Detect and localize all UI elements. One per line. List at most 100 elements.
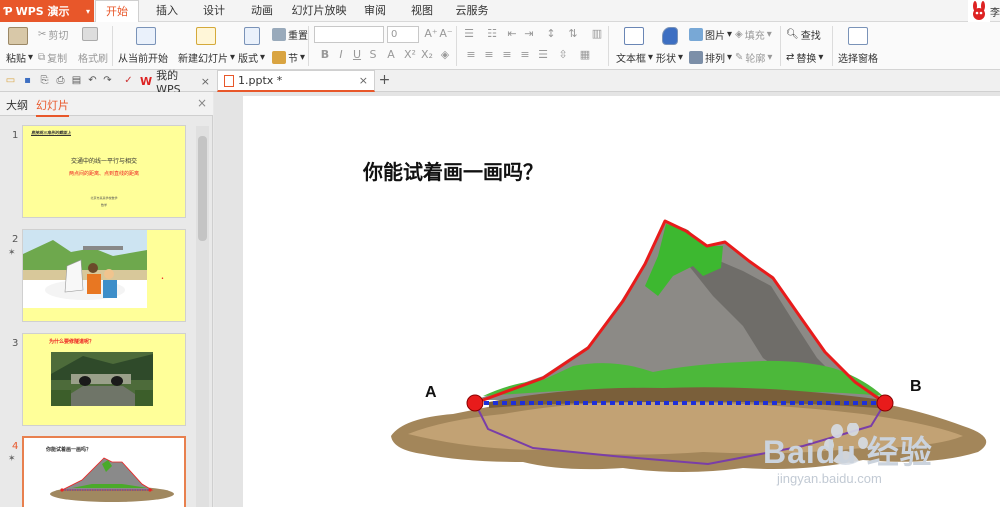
chevron-down-icon: ▾ [28, 52, 34, 63]
selection-pane-button[interactable]: 选择窗格 [838, 50, 878, 65]
chevron-down-icon: ▾ [85, 6, 90, 16]
align-right-icon[interactable]: ≡ [500, 48, 514, 61]
app-menu-button[interactable]: Ƥ WPS 演示 ▾ [0, 0, 94, 22]
paste-button[interactable]: 粘贴 ▾ [6, 50, 33, 65]
smartart-icon[interactable]: ▦ [578, 48, 592, 61]
increase-indent-icon[interactable]: ⇥ [522, 27, 536, 40]
line-spacing-icon[interactable]: ↕ [544, 27, 558, 40]
chevron-down-icon: ▾ [727, 52, 733, 63]
fill-button[interactable]: ◈ 填充 ▾ [735, 27, 772, 42]
text-box-button[interactable]: 文本框 ▾ [616, 50, 653, 65]
slide-thumbnail-4[interactable]: 你能试着画一画吗？ [22, 436, 186, 507]
slide-thumbnail-3[interactable]: 为什么要修隧道呢？ [22, 333, 186, 426]
new-slide-icon[interactable] [196, 27, 216, 45]
tab-animation[interactable]: 动画 [245, 0, 279, 22]
shape-button[interactable]: 形状 ▾ [656, 50, 683, 65]
layout-icon[interactable] [244, 27, 260, 45]
find-button[interactable]: 🔍︎ 查找 [786, 27, 821, 42]
tab-my-wps[interactable]: W 我的WPS × [134, 69, 216, 96]
print-icon[interactable]: ⎙ [54, 74, 67, 87]
tab-outline[interactable]: 大纲 [6, 97, 28, 113]
outline-button[interactable]: ✎ 轮廓 ▾ [735, 50, 772, 65]
distribute-icon[interactable]: ☰ [536, 48, 550, 61]
preview-icon[interactable]: ▤ [70, 74, 83, 87]
superscript-icon[interactable]: X² [403, 48, 417, 61]
align-left-icon[interactable]: ≡ [464, 48, 478, 61]
from-current-button[interactable]: 从当前开始 [118, 50, 168, 65]
paste-icon[interactable] [8, 27, 28, 45]
align-center-icon[interactable]: ≡ [482, 48, 496, 61]
decrease-indent-icon[interactable]: ⇤ [505, 27, 519, 40]
font-color-icon[interactable]: A [384, 48, 398, 61]
section-button[interactable]: 节 ▾ [272, 50, 305, 65]
slide-picture [50, 457, 174, 502]
close-icon[interactable]: × [197, 96, 207, 110]
slide-footer: 数学 [100, 203, 107, 207]
export-pdf-icon[interactable]: ⎘ [38, 74, 51, 87]
save-icon[interactable]: ▪ [21, 74, 34, 87]
clear-format-icon[interactable]: ◈ [438, 48, 452, 61]
slide-thumbnail-2[interactable]: • [22, 229, 186, 322]
cut-button[interactable]: ✂ 剪切 [38, 27, 68, 42]
arrange-button[interactable]: 排列 ▾ [689, 50, 732, 65]
bullet-list-icon[interactable]: ☰ [462, 27, 476, 40]
tab-home[interactable]: 开始 [95, 0, 139, 23]
brush-icon [82, 27, 98, 41]
italic-icon[interactable]: I [334, 48, 348, 61]
section-icon [272, 51, 286, 64]
new-tab-icon[interactable]: + [378, 73, 391, 87]
copy-button[interactable]: ⧉ 复制 [38, 50, 67, 65]
columns-icon[interactable]: ▥ [590, 27, 604, 40]
picture-icon [689, 28, 703, 41]
watermark-brand: Baidu 经验 [763, 434, 933, 470]
separator [832, 26, 833, 66]
tab-slideshow[interactable]: 幻灯片放映 [290, 0, 348, 22]
subscript-icon[interactable]: X₂ [420, 48, 434, 61]
align-text-icon[interactable]: ⇳ [556, 48, 570, 61]
redo-icon[interactable]: ↷ [101, 74, 114, 87]
slide-thumbnail-1[interactable]: 直接观三角形的截面上 交通中的线一平行与相交 两点间的距离、点到直线的距离 北京… [22, 125, 186, 218]
slide-title: 交通中的线一平行与相交 [70, 158, 137, 165]
scroll-thumb[interactable] [198, 136, 207, 241]
chevron-down-icon: ▾ [727, 29, 733, 40]
tab-document[interactable]: 1.pptx * × [217, 70, 375, 92]
numbered-list-icon[interactable]: ☷ [485, 27, 499, 40]
close-icon[interactable]: × [201, 75, 210, 88]
copy-icon: ⧉ [38, 52, 46, 63]
tab-insert[interactable]: 插入 [150, 0, 184, 22]
font-family-combo[interactable] [314, 26, 384, 43]
close-icon[interactable]: × [359, 74, 368, 87]
shrink-font-icon[interactable]: A⁻ [439, 27, 453, 40]
layout-button[interactable]: 版式 ▾ [238, 50, 265, 65]
tab-cloud[interactable]: 云服务 [450, 0, 494, 22]
tab-view[interactable]: 视图 [405, 0, 439, 22]
open-icon[interactable]: ▭ [4, 74, 17, 87]
user-avatar[interactable] [968, 0, 990, 22]
tab-slides[interactable]: 幻灯片 [36, 97, 69, 117]
text-direction-icon[interactable]: ⇅ [566, 27, 580, 40]
grow-font-icon[interactable]: A⁺ [424, 27, 438, 40]
replace-button[interactable]: ⇄ 替换 ▾ [786, 50, 823, 65]
play-from-current-icon[interactable] [136, 27, 156, 45]
justify-icon[interactable]: ≡ [518, 48, 532, 61]
selection-pane-icon[interactable] [848, 27, 868, 45]
chevron-down-icon: ▾ [300, 52, 306, 63]
tab-design[interactable]: 设计 [197, 0, 231, 22]
underline-icon[interactable]: U [350, 48, 364, 61]
font-size-combo[interactable]: 0 [387, 26, 419, 43]
tab-review[interactable]: 审阅 [358, 0, 392, 22]
picture-button[interactable]: 图片 ▾ [689, 27, 732, 42]
bold-icon[interactable]: B [318, 48, 332, 61]
undo-icon[interactable]: ↶ [86, 74, 99, 87]
format-painter-button[interactable]: 格式刷 [78, 50, 108, 65]
replace-icon: ⇄ [786, 52, 795, 63]
new-slide-button[interactable]: 新建幻灯片 ▾ [178, 50, 235, 65]
reset-button[interactable]: 重置 [272, 27, 308, 42]
shape-icon[interactable] [662, 27, 678, 45]
slide-canvas[interactable]: 你能试着画一画吗？ A B Baidu 经验 jingyan.baidu.com [243, 96, 1000, 507]
user-name[interactable]: 李 [990, 4, 1000, 19]
panel-scrollbar[interactable] [196, 126, 209, 507]
strikethrough-icon[interactable]: S [366, 48, 380, 61]
svg-text:•: • [161, 276, 164, 282]
text-box-icon[interactable] [624, 27, 644, 45]
